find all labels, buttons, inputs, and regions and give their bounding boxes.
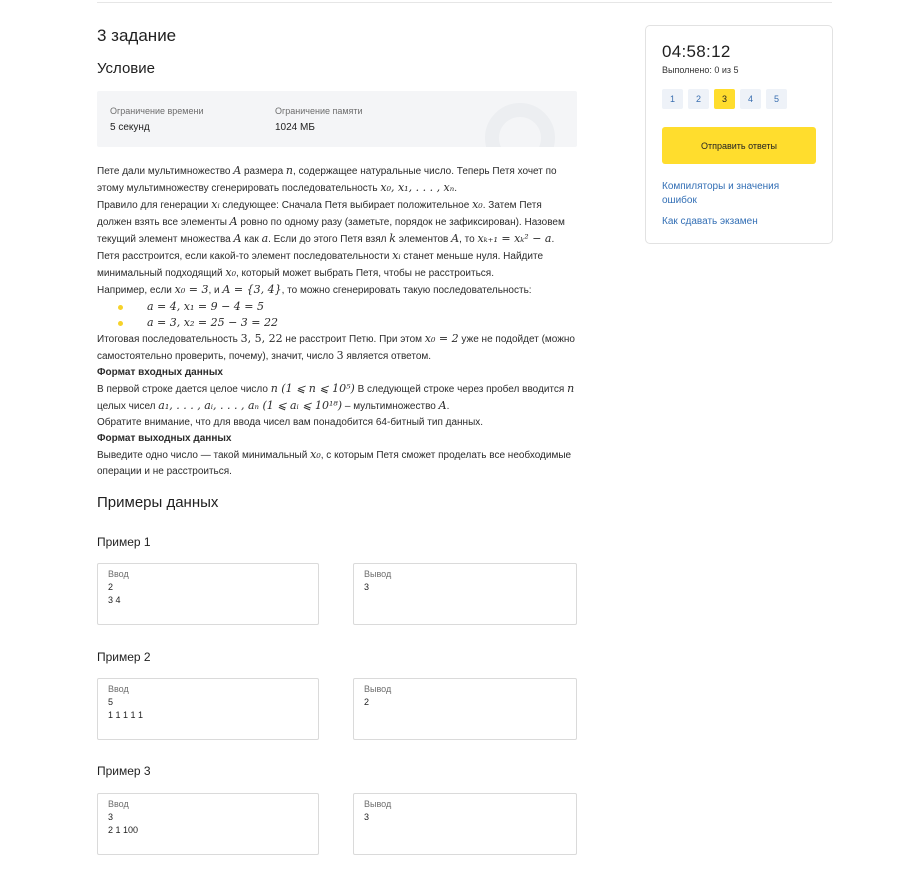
compilers-errors-link[interactable]: Компиляторы и значения ошибок: [662, 180, 812, 208]
progress-text: Выполнено: 0 из 5: [662, 65, 739, 75]
submit-answers-button[interactable]: Отправить ответы: [662, 127, 816, 164]
example-title: Пример 3: [97, 764, 151, 778]
input-label: Ввод: [108, 684, 129, 694]
example-title: Пример 1: [97, 535, 151, 549]
task-button-2[interactable]: 2: [688, 89, 709, 109]
example-output-box[interactable]: Вывод 3: [353, 793, 577, 855]
list-item: a = 4, x₁ = 9 − 4 = 5: [115, 299, 577, 315]
gear-icon: [485, 103, 555, 147]
example-input-box[interactable]: Ввод 3 2 1 100: [97, 793, 319, 855]
time-limit-label: Ограничение времени: [110, 106, 204, 116]
input-line: 3: [108, 812, 114, 822]
statement-paragraph: Петя расстроится, если какой-то элемент …: [97, 249, 544, 279]
how-to-take-exam-link[interactable]: Как сдавать экзамен: [662, 215, 812, 229]
example-output-box[interactable]: Вывод 3: [353, 563, 577, 625]
task-title: 3 задание: [97, 26, 177, 45]
input-line: 2: [108, 582, 114, 592]
top-divider: [97, 2, 832, 3]
example-input-box[interactable]: Ввод 2 3 4: [97, 563, 319, 625]
examples-title: Примеры данных: [97, 494, 219, 511]
input-line: 1 1 1 1 1: [108, 710, 144, 720]
condition-title: Условие: [97, 60, 155, 77]
statement-paragraph: В первой строке дается целое число n (1 …: [97, 382, 575, 412]
statement-paragraph: Обратите внимание, что для ввода чисел в…: [97, 417, 484, 428]
input-format-title: Формат входных данных: [97, 367, 223, 378]
task-statement: Пете дали мультимножество A размера n, с…: [97, 163, 577, 480]
output-label: Вывод: [364, 684, 392, 694]
memory-limit: Ограничение памяти 1024 МБ: [275, 106, 363, 133]
input-line: 5: [108, 697, 114, 707]
output-line: 3: [364, 582, 370, 592]
output-label: Вывод: [364, 799, 392, 809]
output-line: 2: [364, 697, 370, 707]
example-input-box[interactable]: Ввод 5 1 1 1 1 1: [97, 678, 319, 740]
task-button-4[interactable]: 4: [740, 89, 761, 109]
memory-limit-label: Ограничение памяти: [275, 106, 363, 116]
statement-paragraph: Выведите одно число — такой минимальный …: [97, 448, 572, 477]
statement-paragraph: Например, если x₀ = 3, и A = {3, 4}, то …: [97, 283, 532, 296]
timer: 04:58:12: [662, 42, 731, 61]
input-label: Ввод: [108, 799, 129, 809]
input-label: Ввод: [108, 569, 129, 579]
limits-panel: Ограничение времени 5 секунд Ограничение…: [97, 91, 577, 147]
task-button-1[interactable]: 1: [662, 89, 683, 109]
exam-sidebar: 04:58:12 Выполнено: 0 из 5 1 2 3 4 5 Отп…: [645, 25, 833, 244]
list-item: a = 3, x₂ = 25 − 3 = 22: [115, 315, 577, 331]
statement-paragraph: Пете дали мультимножество A размера n, с…: [97, 164, 557, 194]
task-button-3[interactable]: 3: [714, 89, 735, 109]
output-line: 3: [364, 812, 370, 822]
example-output-box[interactable]: Вывод 2: [353, 678, 577, 740]
example-sequence-list: a = 4, x₁ = 9 − 4 = 5 a = 3, x₂ = 25 − 3…: [97, 299, 577, 331]
statement-paragraph: Итоговая последовательность 3, 5, 22 не …: [97, 332, 575, 362]
example-title: Пример 2: [97, 650, 151, 664]
time-limit-value: 5 секунд: [110, 122, 150, 133]
time-limit: Ограничение времени 5 секунд: [110, 106, 203, 133]
output-label: Вывод: [364, 569, 392, 579]
task-navigation: 1 2 3 4 5: [662, 89, 787, 109]
input-line: 3 4: [108, 595, 121, 605]
task-button-5[interactable]: 5: [766, 89, 787, 109]
input-line: 2 1 100: [108, 825, 139, 835]
statement-paragraph: Правило для генерации xᵢ следующее: Снач…: [97, 198, 565, 245]
output-format-title: Формат выходных данных: [97, 433, 232, 444]
memory-limit-value: 1024 МБ: [275, 122, 315, 133]
